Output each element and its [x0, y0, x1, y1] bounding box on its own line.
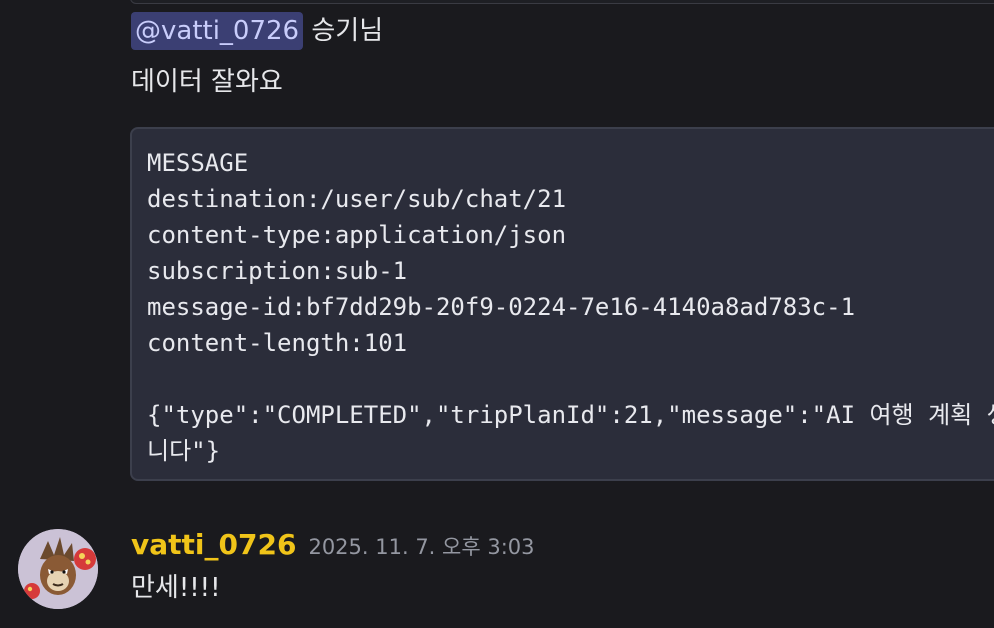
message-header: vatti_0726 2025. 11. 7. 오후 3:03: [131, 528, 994, 566]
mention-line: @vatti_0726 승기님: [131, 12, 994, 50]
code-line: content-length:101: [147, 329, 408, 357]
message-text: 데이터 잘와요: [131, 67, 283, 97]
code-line: message-id:bf7dd29b-20f9-0224-7e16-4140a…: [147, 293, 856, 321]
username[interactable]: vatti_0726: [131, 528, 296, 561]
code-line: {"type":"COMPLETED","tripPlanId":21,"mes…: [147, 401, 994, 429]
code-line: content-type:application/json: [147, 221, 567, 249]
code-line: subscription:sub-1: [147, 257, 408, 285]
message-previous: @vatti_0726 승기님 데이터 잘와요: [131, 12, 994, 100]
code-content: MESSAGE destination:/user/sub/chat/21 cont…: [132, 129, 994, 469]
user-avatar[interactable]: [18, 529, 98, 609]
message-text: 만세!!!!: [131, 573, 221, 603]
mention-suffix: 승기님: [303, 16, 384, 46]
code-block: MESSAGE destination:/user/sub/chat/21 cont…: [130, 127, 994, 481]
previous-embed-edge: [130, 0, 994, 4]
avatar-icon: [18, 529, 98, 609]
code-line: MESSAGE: [147, 149, 249, 177]
timestamp[interactable]: 2025. 11. 7. 오후 3:03: [308, 535, 534, 559]
code-line: 니다"}: [147, 437, 221, 465]
code-line: destination:/user/sub/chat/21: [147, 185, 567, 213]
chat-viewport: @vatti_0726 승기님 데이터 잘와요 MESSAGE destinati…: [0, 0, 994, 628]
user-mention[interactable]: @vatti_0726: [131, 12, 304, 50]
message-current: vatti_0726 2025. 11. 7. 오후 3:03 만세!!!!: [131, 528, 994, 606]
